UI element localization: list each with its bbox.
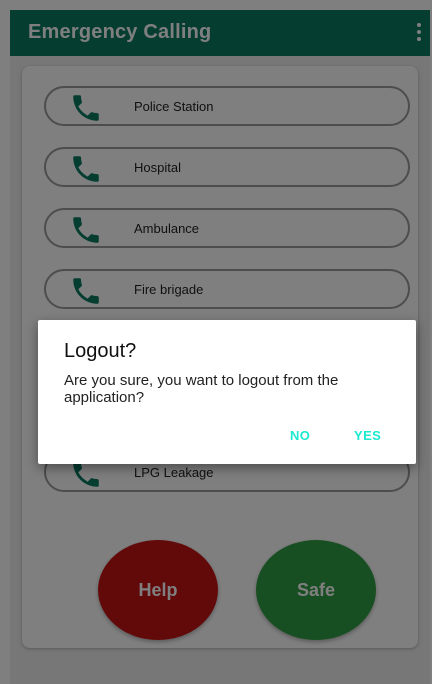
logout-dialog: Logout? Are you sure, you want to logout… bbox=[38, 320, 416, 464]
dialog-title: Logout? bbox=[64, 340, 137, 362]
dialog-message: Are you sure, you want to logout from th… bbox=[64, 372, 339, 406]
no-button[interactable]: NO bbox=[290, 428, 310, 443]
yes-button[interactable]: YES bbox=[354, 428, 381, 443]
